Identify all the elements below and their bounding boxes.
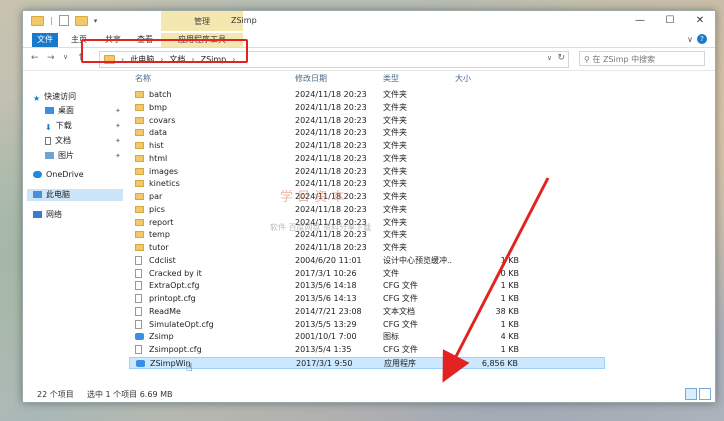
red-arrow-annotation: [442, 177, 550, 383]
mouse-cursor-icon: ☝: [186, 361, 193, 374]
